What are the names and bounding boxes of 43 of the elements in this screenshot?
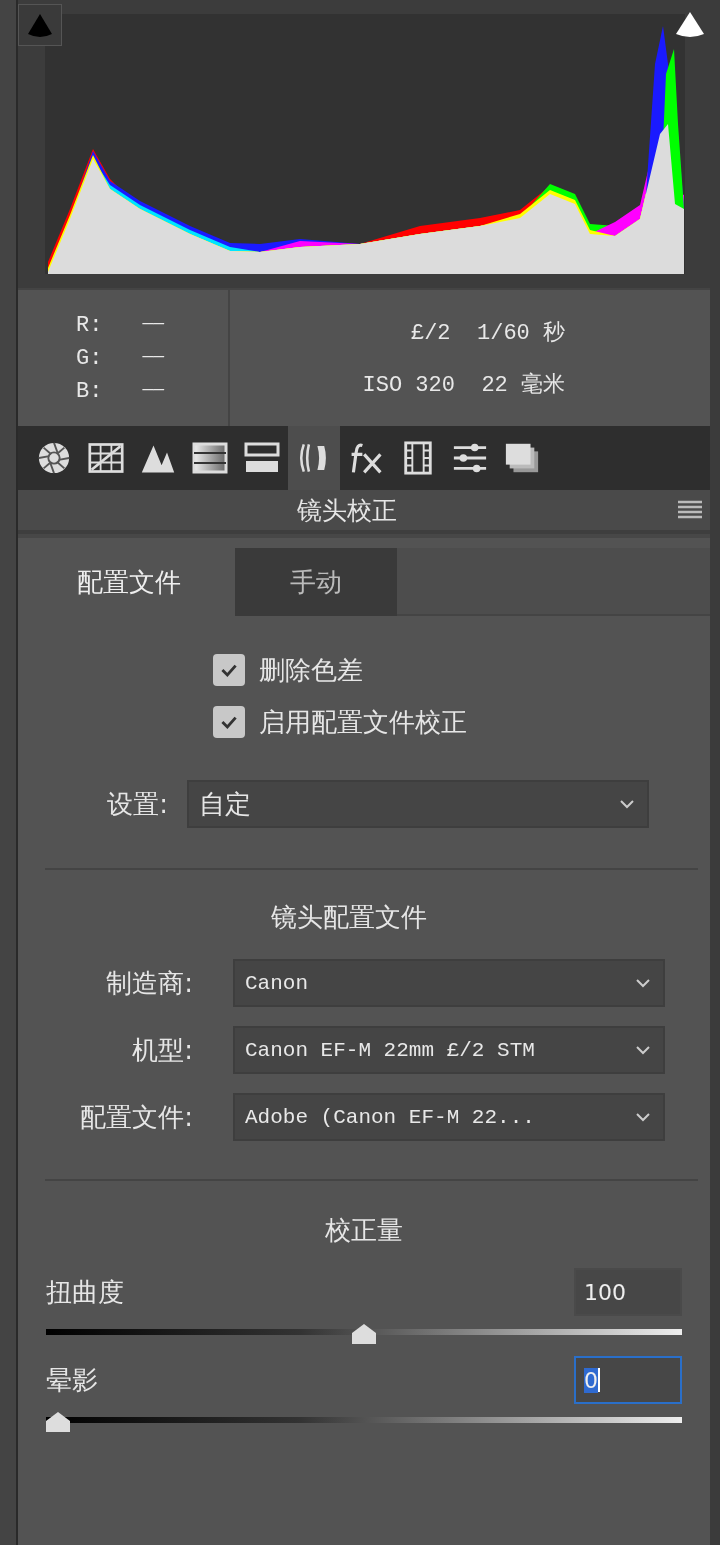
chevron-down-icon [635, 1112, 651, 1122]
dropdown[interactable]: Adobe (Canon EF-M 22... [233, 1093, 665, 1141]
checkbox[interactable] [213, 654, 245, 686]
dropdown[interactable]: Canon EF-M 22mm £/2 STM [233, 1026, 665, 1074]
tab[interactable]: 手动 [235, 548, 397, 616]
channel-label: G: [76, 345, 103, 371]
section-title: 镜头配置文件 [270, 901, 428, 934]
dropdown[interactable]: 自定 [187, 780, 649, 828]
exposure-info: £/2 1/60 秒 [410, 320, 565, 347]
chevron-down-icon [619, 799, 635, 809]
field-label: 机型: [131, 1033, 193, 1067]
field-label: 配置文件: [79, 1100, 193, 1134]
sliders-icon [452, 441, 488, 475]
panel-title: 镜头校正 [297, 494, 398, 527]
curve-grid-icon [88, 441, 124, 475]
exposure-info: ISO 320 22 毫米 [362, 371, 565, 399]
channel-value: —— [142, 345, 164, 368]
slider-thumb[interactable] [46, 1412, 70, 1432]
channel-value: —— [142, 312, 164, 335]
channel-label: B: [76, 378, 103, 404]
split-toning-icon [244, 441, 280, 475]
channel-label: R: [76, 312, 103, 338]
shadow-clipping-icon[interactable] [18, 4, 62, 46]
slider-thumb[interactable] [352, 1324, 376, 1344]
tool-tab[interactable] [288, 426, 340, 490]
value-field[interactable]: 100 [574, 1268, 682, 1316]
field-label: 制造商: [105, 966, 193, 1000]
checkbox[interactable] [213, 706, 245, 738]
checkbox-label: 删除色差 [259, 653, 363, 687]
chevron-down-icon [635, 1045, 651, 1055]
checkbox-label: 启用配置文件校正 [259, 705, 467, 739]
slider-label: 扭曲度 [46, 1275, 124, 1309]
menu-icon[interactable] [678, 500, 702, 520]
dropdown[interactable]: Canon [233, 959, 665, 1007]
aperture-icon [36, 441, 72, 475]
gradient-icon [192, 441, 228, 475]
field-label: 设置: [106, 787, 168, 821]
layers-icon [504, 441, 540, 475]
channel-value: —— [142, 378, 164, 401]
section-title: 校正量 [324, 1214, 404, 1247]
chevron-down-icon [635, 978, 651, 988]
value-field[interactable]: 0 [574, 1356, 682, 1404]
slider-label: 晕影 [46, 1363, 98, 1397]
